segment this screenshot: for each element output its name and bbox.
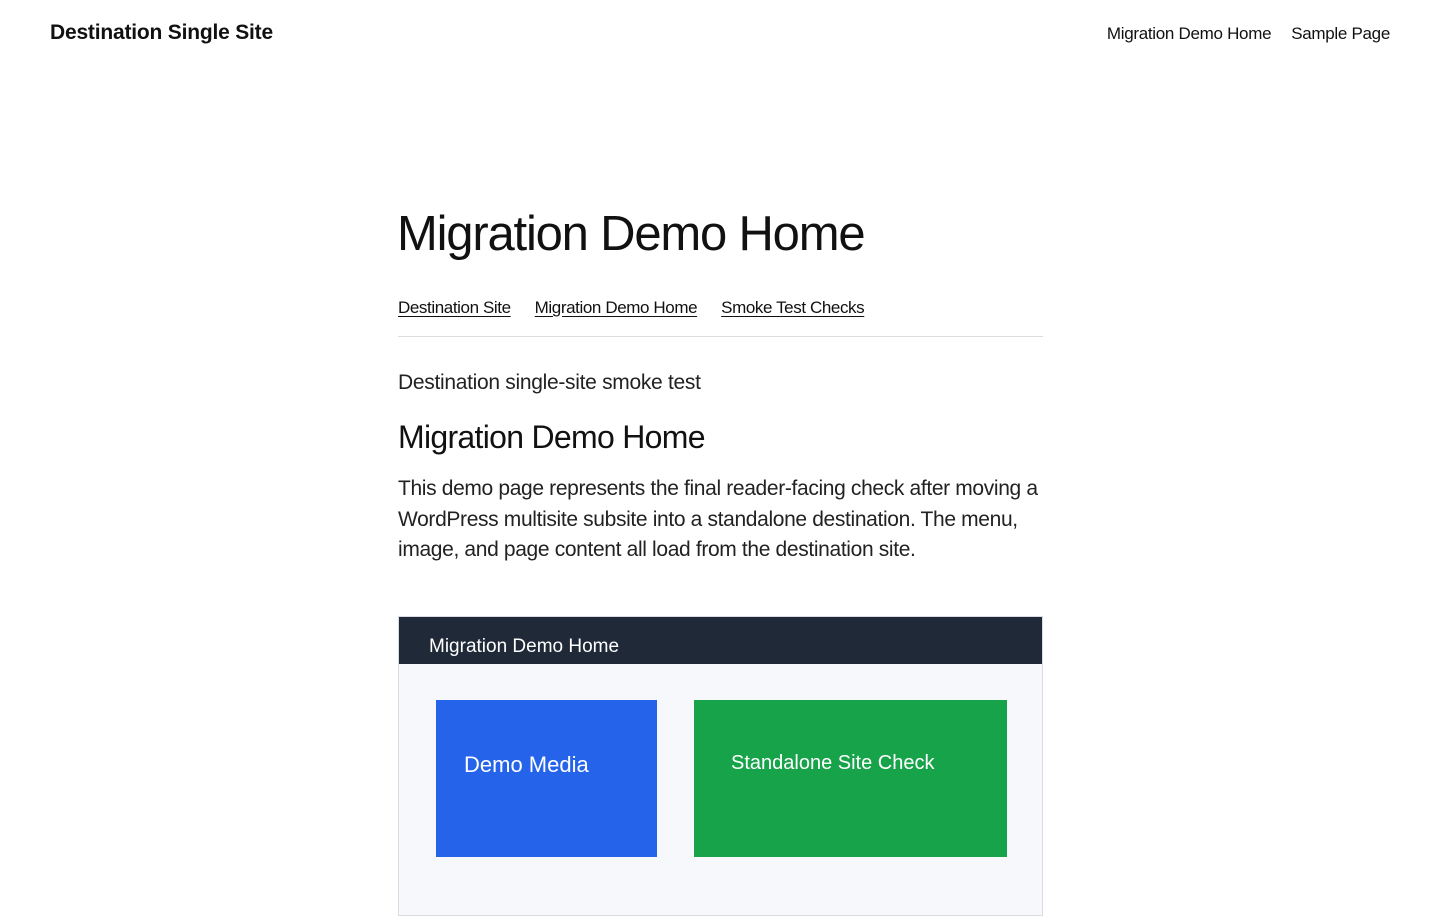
image-header-title: Migration Demo Home xyxy=(429,636,620,657)
subnav-link-smoke-test-checks[interactable]: Smoke Test Checks xyxy=(721,298,865,318)
demo-image: Migration Demo Home Demo Media Standalon… xyxy=(398,616,1043,916)
page-tagline: Destination single-site smoke test xyxy=(398,371,701,394)
subnav-link-destination-site[interactable]: Destination Site xyxy=(398,298,511,318)
divider xyxy=(398,336,1043,337)
primary-nav: Migration Demo Home Sample Page xyxy=(1107,24,1390,44)
demo-media-label: Demo Media xyxy=(464,752,589,777)
section-heading: Migration Demo Home xyxy=(398,419,706,455)
site-title-link[interactable]: Destination Single Site xyxy=(50,21,273,45)
image-header-bar: Migration Demo Home xyxy=(399,617,1042,664)
body-paragraph: This demo page represents the final read… xyxy=(398,477,1038,562)
demo-media-tile: Demo Media xyxy=(436,700,657,857)
site-header: Destination Single Site Migration Demo H… xyxy=(0,0,1440,72)
page-title: Migration Demo Home xyxy=(397,207,866,261)
nav-item-sample-page[interactable]: Sample Page xyxy=(1291,24,1390,44)
standalone-site-check-tile: Standalone Site Check xyxy=(694,700,1007,857)
standalone-site-check-label: Standalone Site Check xyxy=(731,752,935,774)
nav-item-migration-demo-home[interactable]: Migration Demo Home xyxy=(1107,24,1272,44)
page-subnav: Destination Site Migration Demo Home Smo… xyxy=(398,298,865,318)
subnav-link-migration-demo-home[interactable]: Migration Demo Home xyxy=(535,298,698,318)
